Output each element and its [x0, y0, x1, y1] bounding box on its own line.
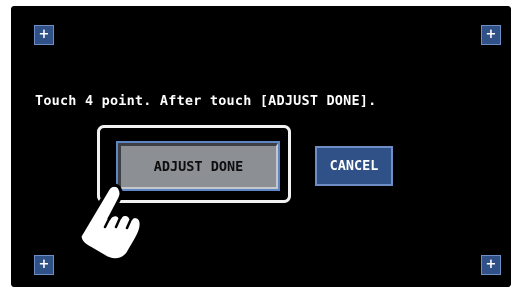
calibration-point-top-right[interactable]: + [481, 25, 501, 45]
pointing-hand-icon [75, 183, 143, 266]
calibration-point-top-left[interactable]: + [34, 25, 54, 45]
instruction-text: Touch 4 point. After touch [ADJUST DONE]… [35, 93, 377, 109]
calibration-point-bottom-left[interactable]: + [34, 255, 54, 275]
cancel-button[interactable]: CANCEL [315, 146, 393, 186]
calibration-point-bottom-right[interactable]: + [481, 255, 501, 275]
